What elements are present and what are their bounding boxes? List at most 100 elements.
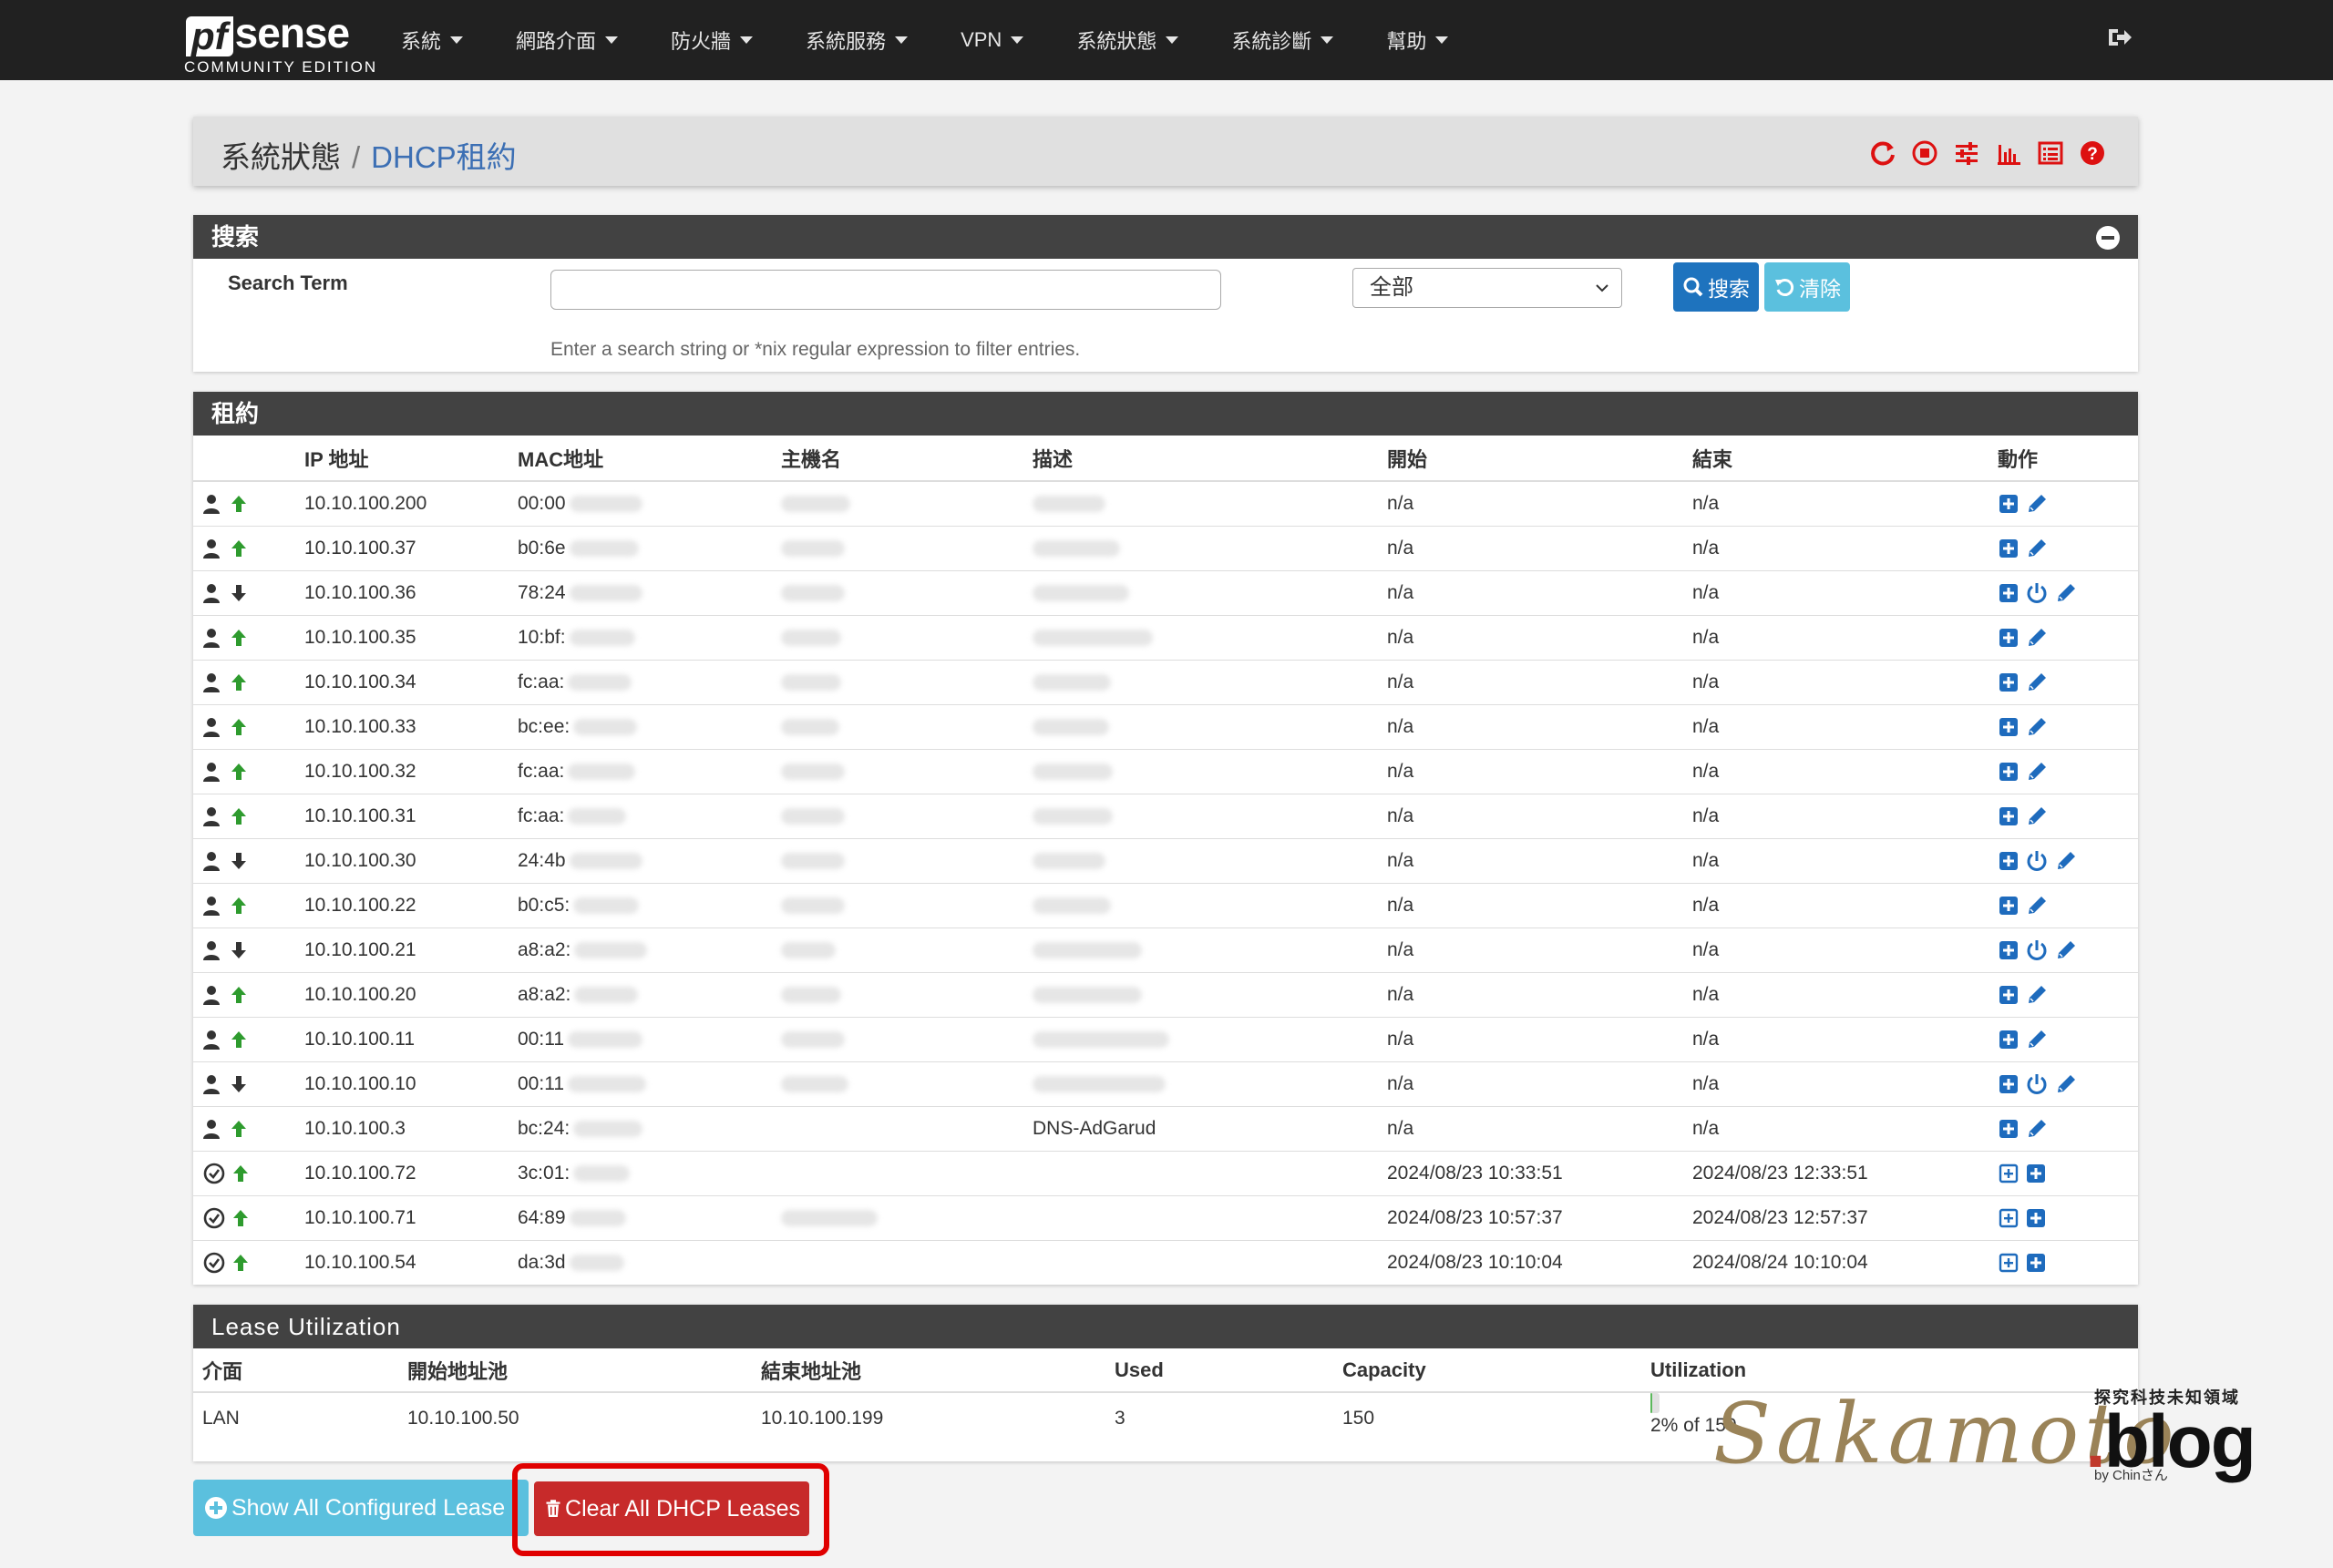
lease-status-cell <box>193 971 304 1017</box>
redacted-mac <box>569 1209 626 1226</box>
add-static-mapping-icon[interactable] <box>1998 1207 2020 1229</box>
lease-status-cell <box>193 1239 304 1285</box>
search-scope-select[interactable]: 全部 <box>1352 268 1622 308</box>
edit-static-mapping-icon[interactable] <box>2025 1028 2049 1051</box>
add-wol-mapping-icon[interactable] <box>1998 895 2020 917</box>
wake-on-lan-power-icon[interactable] <box>2025 849 2049 873</box>
add-wol-mapping-icon[interactable] <box>1998 1029 2020 1050</box>
collapse-minus-icon[interactable] <box>2096 226 2120 250</box>
search-button[interactable]: 搜索 <box>1673 262 1759 312</box>
lease-start: 2024/08/23 10:33:51 <box>1387 1150 1692 1195</box>
show-all-leases-button[interactable]: Show All Configured Lease <box>193 1480 529 1536</box>
lease-mac: 00:11 <box>518 1028 564 1050</box>
log-list-icon[interactable] <box>2036 138 2065 168</box>
lease-status-cell <box>193 1150 304 1195</box>
add-wol-mapping-icon[interactable] <box>2025 1252 2047 1274</box>
leases-table: IP 地址 MAC地址 主機名 描述 開始 結束 動作 10.10.100.20… <box>193 436 2138 1285</box>
breadcrumb-parent[interactable]: 系統狀態 <box>221 140 341 174</box>
edit-static-mapping-icon[interactable] <box>2025 1117 2049 1141</box>
lease-actions <box>1998 703 2138 749</box>
lease-description-cell <box>1033 659 1387 704</box>
edit-static-mapping-icon[interactable] <box>2054 1072 2078 1096</box>
edit-static-mapping-icon[interactable] <box>2025 671 2049 694</box>
edit-static-mapping-icon[interactable] <box>2025 894 2049 917</box>
edit-static-mapping-icon[interactable] <box>2025 804 2049 828</box>
col-end[interactable]: 結束 <box>1692 436 1998 482</box>
add-wol-mapping-icon[interactable] <box>1998 538 2020 559</box>
add-wol-mapping-icon[interactable] <box>1998 627 2020 649</box>
restart-service-icon[interactable] <box>1868 138 1897 168</box>
menu-system[interactable]: 系統 <box>401 26 464 55</box>
add-wol-mapping-icon[interactable] <box>1998 716 2020 738</box>
edit-static-mapping-icon[interactable] <box>2054 938 2078 962</box>
col-mac[interactable]: MAC地址 <box>518 436 781 482</box>
menu-interfaces[interactable]: 網路介面 <box>516 26 619 55</box>
search-input[interactable] <box>550 270 1221 310</box>
lease-end: n/a <box>1692 525 1998 570</box>
menu-services[interactable]: 系統服務 <box>806 26 909 55</box>
add-wol-mapping-icon[interactable] <box>1998 939 2020 961</box>
bar-chart-icon[interactable] <box>1994 138 2023 168</box>
add-static-mapping-icon[interactable] <box>1998 1163 2020 1184</box>
add-wol-mapping-icon[interactable] <box>1998 582 2020 604</box>
col-hostname[interactable]: 主機名 <box>781 436 1033 482</box>
wake-on-lan-power-icon[interactable] <box>2025 1072 2049 1096</box>
arrow-up-icon <box>231 986 246 1003</box>
lease-ip: 10.10.100.54 <box>304 1239 518 1285</box>
pfsense-logo[interactable]: pf sense COMMUNITY EDITION <box>182 5 375 78</box>
add-static-mapping-icon[interactable] <box>1998 1252 2020 1274</box>
edit-static-mapping-icon[interactable] <box>2025 715 2049 739</box>
lease-mac-cell: da:3d <box>518 1239 781 1285</box>
edit-static-mapping-icon[interactable] <box>2054 849 2078 873</box>
clear-button[interactable]: 清除 <box>1764 262 1850 312</box>
lease-hostname-cell <box>781 748 1033 794</box>
edit-static-mapping-icon[interactable] <box>2025 492 2049 516</box>
menu-firewall[interactable]: 防火牆 <box>671 26 754 55</box>
col-ip[interactable]: IP 地址 <box>304 436 518 482</box>
user-icon <box>203 940 220 960</box>
add-wol-mapping-icon[interactable] <box>1998 1118 2020 1140</box>
settings-sliders-icon[interactable] <box>1952 138 1981 168</box>
add-wol-mapping-icon[interactable] <box>1998 850 2020 872</box>
menu-vpn[interactable]: VPN <box>961 28 1024 52</box>
util-used: 3 <box>1115 1407 1125 1429</box>
col-start[interactable]: 開始 <box>1387 436 1692 482</box>
menu-help[interactable]: 幫助 <box>1386 26 1449 55</box>
add-wol-mapping-icon[interactable] <box>2025 1207 2047 1229</box>
col-description[interactable]: 描述 <box>1033 436 1387 482</box>
lease-actions <box>1998 1105 2138 1151</box>
logout-icon[interactable] <box>2105 24 2133 51</box>
breadcrumb-current[interactable]: DHCP租約 <box>371 140 517 174</box>
arrow-up-icon <box>233 1254 248 1271</box>
lease-hostname-cell <box>781 569 1033 615</box>
lease-actions <box>1998 927 2138 972</box>
menu-status[interactable]: 系統狀態 <box>1076 26 1179 55</box>
edit-static-mapping-icon[interactable] <box>2025 983 2049 1007</box>
lease-mac: 78:24 <box>518 581 566 603</box>
lease-status-cell <box>193 882 304 927</box>
lease-start: n/a <box>1387 793 1692 838</box>
add-wol-mapping-icon[interactable] <box>2025 1163 2047 1184</box>
help-icon[interactable]: ? <box>2078 138 2107 168</box>
edit-static-mapping-icon[interactable] <box>2025 537 2049 560</box>
wake-on-lan-power-icon[interactable] <box>2025 581 2049 605</box>
check-circle-icon <box>203 1163 225 1184</box>
stop-service-icon[interactable] <box>1910 138 1939 168</box>
edit-static-mapping-icon[interactable] <box>2025 626 2049 650</box>
edit-static-mapping-icon[interactable] <box>2054 581 2078 605</box>
lease-actions <box>1998 793 2138 838</box>
edit-static-mapping-icon[interactable] <box>2025 760 2049 784</box>
add-wol-mapping-icon[interactable] <box>1998 1073 2020 1095</box>
add-wol-mapping-icon[interactable] <box>1998 671 2020 693</box>
add-wol-mapping-icon[interactable] <box>1998 984 2020 1006</box>
lease-mac: a8:a2: <box>518 983 571 1005</box>
lease-start: n/a <box>1387 1016 1692 1061</box>
leases-panel: 租約 IP 地址 MAC地址 主機名 描述 開始 結束 動作 10.10.100… <box>193 392 2138 1285</box>
menu-diagnostics[interactable]: 系統診斷 <box>1231 26 1334 55</box>
wake-on-lan-power-icon[interactable] <box>2025 938 2049 962</box>
add-wol-mapping-icon[interactable] <box>1998 493 2020 515</box>
search-icon <box>1683 277 1703 297</box>
lease-actions <box>1998 481 2138 526</box>
add-wol-mapping-icon[interactable] <box>1998 805 2020 827</box>
add-wol-mapping-icon[interactable] <box>1998 761 2020 783</box>
